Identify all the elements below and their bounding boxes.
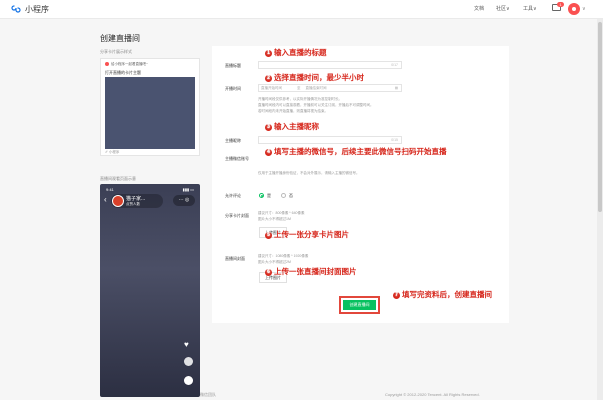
nav-docs[interactable]: 文档 — [474, 5, 484, 12]
cover-hint-1: 建议尺寸：1080像素 * 1920像素 — [258, 254, 309, 258]
nav-tools[interactable]: 工具∨ — [523, 5, 537, 12]
share-icon — [184, 357, 193, 366]
phone-status-icon: ▮▮▮ ▭ — [182, 187, 195, 192]
comment-label: 允许评论 — [225, 193, 241, 198]
cart-icon — [184, 376, 193, 385]
share-card-title: 打开直播的卡片主题 — [105, 70, 141, 75]
anchor-avatar — [112, 195, 124, 207]
anchor-sub: 点赞人数 — [126, 202, 140, 206]
title-input[interactable]: 0/17 — [258, 61, 402, 69]
anchor-name-label: 主播昵称 — [225, 138, 241, 143]
page-title: 创建直播间 — [100, 34, 140, 43]
back-icon: ‹ — [104, 195, 107, 204]
title-label: 直播标题 — [225, 63, 241, 68]
cover-hint-2: 图片大小不得超过2M — [258, 260, 291, 264]
share-image-label: 分享卡片封面 — [225, 213, 249, 218]
heart-icon: ♥ — [184, 340, 189, 349]
footer-team-link[interactable]: 微信团队 — [200, 392, 216, 398]
notification-badge: 1 — [557, 2, 564, 7]
chevron-down-icon: ∨ — [506, 6, 510, 12]
annotation-4: 4 填写主播的微信号，后续主要此微信号扫码开始直播 — [265, 146, 447, 157]
comment-yes-label[interactable]: 是 — [267, 193, 271, 199]
footer-copyright: Copyright © 2012-2020 Tencent. All Right… — [385, 392, 480, 397]
player-preview-label: 直播间观看页面示意 — [100, 176, 136, 181]
top-bar: 小程序 文档 社区∨ 工具∨ 1 ∨ — [0, 0, 603, 19]
capsule-menu-icon: ··· ◎ — [173, 195, 195, 206]
calendar-icon[interactable]: ▦ — [395, 85, 398, 91]
chevron-down-icon[interactable]: ∨ — [582, 6, 586, 12]
annotation-5: 5 上传一张分享卡片图片 — [265, 229, 349, 240]
cover-label: 直播间封面 — [225, 256, 245, 261]
user-avatar[interactable] — [568, 3, 580, 15]
comment-no-radio[interactable] — [281, 193, 286, 198]
comment-yes-radio[interactable] — [259, 193, 264, 198]
share-card-foot: ✐ 小程序 — [105, 150, 120, 154]
time-hint-2: 直播时间段内可以直接观看，开播前可以关注订阅，开播后不可调整时间。 — [258, 103, 374, 107]
share-image-hint-2: 图片大小不得超过1M — [258, 217, 291, 221]
share-card-preview: 给小程序一起看直播吧~ 打开直播的卡片主题 ✐ 小程序 — [100, 58, 200, 156]
scrollbar-thumb[interactable] — [598, 22, 602, 212]
create-live-button[interactable]: 创建直播间 — [343, 300, 376, 310]
time-hint-1: 开播时间段仅供参考，以实际开播情况为准控制时长。 — [258, 97, 342, 101]
phone-time: 9:41 — [106, 187, 114, 192]
create-live-form: 直播标题 0/17 开播时间 直播开始时间 至 直播结束时间 ▦ 开播时间段仅供… — [212, 46, 509, 323]
title-counter: 0/17 — [391, 63, 398, 67]
live-room-preview: 9:41 ▮▮▮ ▭ ‹ 猫子家... 点赞人数 ··· ◎ ♥ — [100, 184, 200, 397]
time-end-input[interactable]: 直播结束时间 — [305, 86, 326, 90]
annotation-2: 2 选择直播时间，最少半小时 — [265, 72, 364, 83]
chevron-down-icon: ∨ — [533, 6, 537, 12]
annotation-7: 7 填写完资料后，创建直播间 — [393, 289, 492, 300]
share-image-hint-1: 建议尺寸：800像素 * 640像素 — [258, 211, 305, 215]
annotation-6: 6 上传一张直播间封面图片 — [265, 266, 357, 277]
brand-name[interactable]: 小程序 — [25, 4, 49, 15]
anchor-wechat-label: 主播微信账号 — [225, 156, 249, 161]
annotation-3: 3 输入主播昵称 — [265, 121, 319, 132]
nav-community[interactable]: 社区∨ — [496, 5, 510, 12]
anchor-name: 猫子家... — [126, 196, 146, 202]
share-card-image — [105, 77, 195, 149]
time-hint-3: 若时间段内未开始直播，则直播将视为结束。 — [258, 109, 328, 113]
anchor-name-counter: 0/15 — [391, 138, 398, 142]
avatar — [105, 62, 109, 67]
mini-program-logo-icon[interactable] — [10, 3, 22, 15]
anchor-name-input[interactable]: 0/15 — [258, 136, 402, 144]
share-preview-label: 分享卡片展示样式 — [100, 49, 132, 54]
comment-no-label[interactable]: 否 — [289, 193, 293, 199]
share-card-head: 给小程序一起看直播吧~ — [105, 62, 148, 67]
time-label: 开播时间 — [225, 86, 241, 91]
anchor-wechat-hint: 仅用于主播开播身份验证，不会对外展示，请输入主播的微信号。 — [258, 171, 360, 175]
annotation-1: 1 输入直播的标题 — [265, 47, 327, 58]
submit-highlight-box: 创建直播间 — [339, 296, 380, 314]
time-range-input[interactable]: 直播开始时间 至 直播结束时间 ▦ — [258, 84, 402, 92]
time-separator: 至 — [296, 86, 301, 90]
time-start-input[interactable]: 直播开始时间 — [261, 86, 282, 90]
